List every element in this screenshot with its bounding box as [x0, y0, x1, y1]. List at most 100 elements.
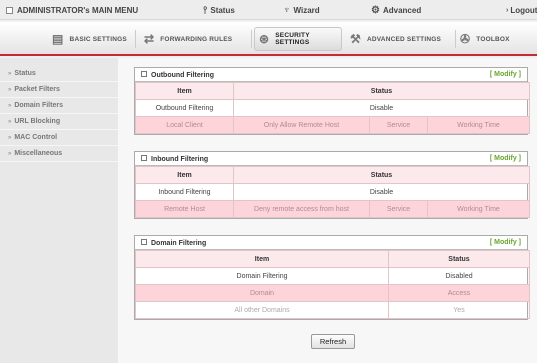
status-menu[interactable]: ⫯ Status	[203, 0, 235, 20]
domain-table: Item Status Domain Filtering Disabled Do…	[135, 250, 530, 319]
sidebar-item-status[interactable]: » Status	[0, 66, 118, 82]
bullet-icon: »	[8, 134, 12, 141]
refresh-button[interactable]: Refresh	[311, 334, 355, 349]
outbound-panel-title: Outbound Filtering	[141, 70, 214, 79]
col-status-header: Status	[233, 82, 530, 100]
sidebar-item-label: URL Blocking	[14, 117, 61, 125]
domain-panel-header: Domain Filtering [ Modify ]	[135, 236, 527, 250]
table-header-row: Item Status	[135, 250, 530, 268]
inbound-row-value: Disable	[233, 183, 530, 201]
outbound-table: Item Status Outbound Filtering Disable L…	[135, 82, 530, 134]
wizard-menu[interactable]: ♆ Wizard	[283, 0, 320, 20]
tab-advanced-settings[interactable]: ⚒ ADVANCED SETTINGS	[346, 27, 456, 51]
main-tab-bar: ▤ BASIC SETTINGS ⇄ FORWARDING RULES ⊛ SE…	[0, 22, 537, 56]
col-working-time: Working Time	[427, 200, 530, 218]
table-row: Outbound Filtering Disable	[135, 99, 530, 117]
admin-menu-label: ADMINISTRATOR's MAIN MENU	[17, 5, 139, 15]
table-subheader-row: Domain Access	[135, 284, 530, 302]
outbound-modify-link[interactable]: [ Modify ]	[490, 71, 521, 78]
sidebar-item-miscellaneous[interactable]: » Miscellaneous	[0, 146, 118, 162]
col-status-header: Status	[233, 166, 530, 184]
tab-forwarding-rules[interactable]: ⇄ FORWARDING RULES	[140, 27, 252, 51]
inbound-table: Item Status Inbound Filtering Disable Re…	[135, 166, 530, 218]
panel-box-icon	[141, 70, 147, 77]
col-item-header: Item	[135, 166, 234, 184]
table-row: Domain Filtering Disabled	[135, 267, 530, 285]
inbound-filtering-panel: Inbound Filtering [ Modify ] Item Status…	[134, 151, 530, 219]
bullet-icon: »	[8, 86, 12, 93]
tab-toolbox[interactable]: ✇ TOOLBOX	[456, 27, 524, 51]
sidebar-item-domain-filters[interactable]: » Domain Filters	[0, 98, 118, 114]
table-header-row: Item Status	[135, 166, 530, 184]
status-menu-label: Status	[210, 5, 235, 15]
wizard-icon: ♆	[283, 4, 291, 16]
tab-security-settings-label: SECURITY SETTINGS	[275, 32, 310, 46]
sidebar-item-packet-filters[interactable]: » Packet Filters	[0, 82, 118, 98]
advanced-menu-label: Advanced	[382, 5, 422, 15]
table-subheader-row: Remote Host Deny remote access from host…	[135, 200, 530, 218]
outbound-row-value: Disable	[233, 99, 530, 117]
bullet-icon: »	[8, 118, 12, 125]
tab-basic-settings-label: BASIC SETTINGS	[69, 35, 127, 43]
sidebar-item-label: Domain Filters	[14, 101, 63, 109]
top-menu-bar: ADMINISTRATOR's MAIN MENU ⫯ Status ♆ Wiz…	[0, 0, 537, 20]
sidebar-item-label: MAC Control	[14, 133, 58, 141]
domain-entry: All other Domains	[135, 301, 389, 319]
inbound-panel-header: Inbound Filtering [ Modify ]	[135, 152, 527, 166]
col-domain: Domain	[135, 284, 389, 302]
admin-main-menu[interactable]: ADMINISTRATOR's MAIN MENU	[6, 0, 138, 20]
table-row: All other Domains Yes	[135, 301, 530, 319]
sidebar-item-url-blocking[interactable]: » URL Blocking	[0, 114, 118, 130]
logout-arrow-icon: ›	[506, 6, 509, 14]
col-item-header: Item	[135, 250, 389, 268]
domain-row-label: Domain Filtering	[135, 267, 389, 285]
advanced-menu[interactable]: ⚙ Advanced	[371, 0, 421, 20]
sidebar-item-label: Miscellaneous	[14, 149, 63, 157]
col-status-header: Status	[388, 250, 530, 268]
basic-settings-icon: ▤	[52, 32, 64, 46]
tab-basic-settings[interactable]: ▤ BASIC SETTINGS	[48, 27, 136, 51]
sidebar-item-label: Packet Filters	[14, 85, 60, 93]
outbound-panel-header: Outbound Filtering [ Modify ]	[135, 68, 527, 82]
col-local-client: Local Client	[135, 116, 234, 134]
inbound-row-label: Inbound Filtering	[135, 183, 234, 201]
col-only-allow-remote-host: Only Allow Remote Host	[233, 116, 370, 134]
tab-security-settings[interactable]: ⊛ SECURITY SETTINGS	[254, 27, 342, 51]
panel-box-icon	[141, 154, 147, 161]
bullet-icon: »	[8, 150, 12, 157]
sidebar-item-label: Status	[14, 69, 36, 77]
bullet-icon: »	[8, 70, 12, 77]
tab-forwarding-rules-label: FORWARDING RULES	[160, 35, 233, 43]
logout-menu[interactable]: › Logout	[506, 0, 537, 20]
col-working-time: Working Time	[427, 116, 530, 134]
bullet-icon: »	[8, 102, 12, 109]
logout-label: Logout	[510, 5, 537, 15]
menu-box-icon	[6, 6, 13, 14]
outbound-row-label: Outbound Filtering	[135, 99, 234, 117]
domain-row-value: Disabled	[388, 267, 530, 285]
domain-modify-link[interactable]: [ Modify ]	[490, 239, 521, 246]
domain-panel-title: Domain Filtering	[141, 238, 206, 247]
domain-access: Yes	[388, 301, 530, 319]
domain-filtering-panel: Domain Filtering [ Modify ] Item Status …	[134, 235, 530, 320]
forwarding-icon: ⇄	[144, 32, 155, 46]
panel-box-icon	[141, 238, 147, 245]
security-icon: ⊛	[259, 32, 270, 46]
col-access: Access	[388, 284, 530, 302]
table-subheader-row: Local Client Only Allow Remote Host Serv…	[135, 116, 530, 134]
status-pin-icon: ⫯	[203, 4, 208, 16]
toolbox-icon: ✇	[460, 32, 471, 46]
main-content: Outbound Filtering [ Modify ] Item Statu…	[118, 58, 537, 363]
table-row: Inbound Filtering Disable	[135, 183, 530, 201]
col-deny-remote-access: Deny remote access from host	[233, 200, 370, 218]
advanced-icon: ⚙	[371, 4, 380, 16]
sidebar: » Status » Packet Filters » Domain Filte…	[0, 58, 118, 363]
outbound-filtering-panel: Outbound Filtering [ Modify ] Item Statu…	[134, 67, 530, 135]
col-item-header: Item	[135, 82, 234, 100]
col-remote-host: Remote Host	[135, 200, 234, 218]
col-service: Service	[369, 200, 428, 218]
inbound-modify-link[interactable]: [ Modify ]	[490, 155, 521, 162]
tab-advanced-settings-label: ADVANCED SETTINGS	[366, 35, 442, 43]
sidebar-item-mac-control[interactable]: » MAC Control	[0, 130, 118, 146]
inbound-panel-title: Inbound Filtering	[141, 154, 208, 163]
